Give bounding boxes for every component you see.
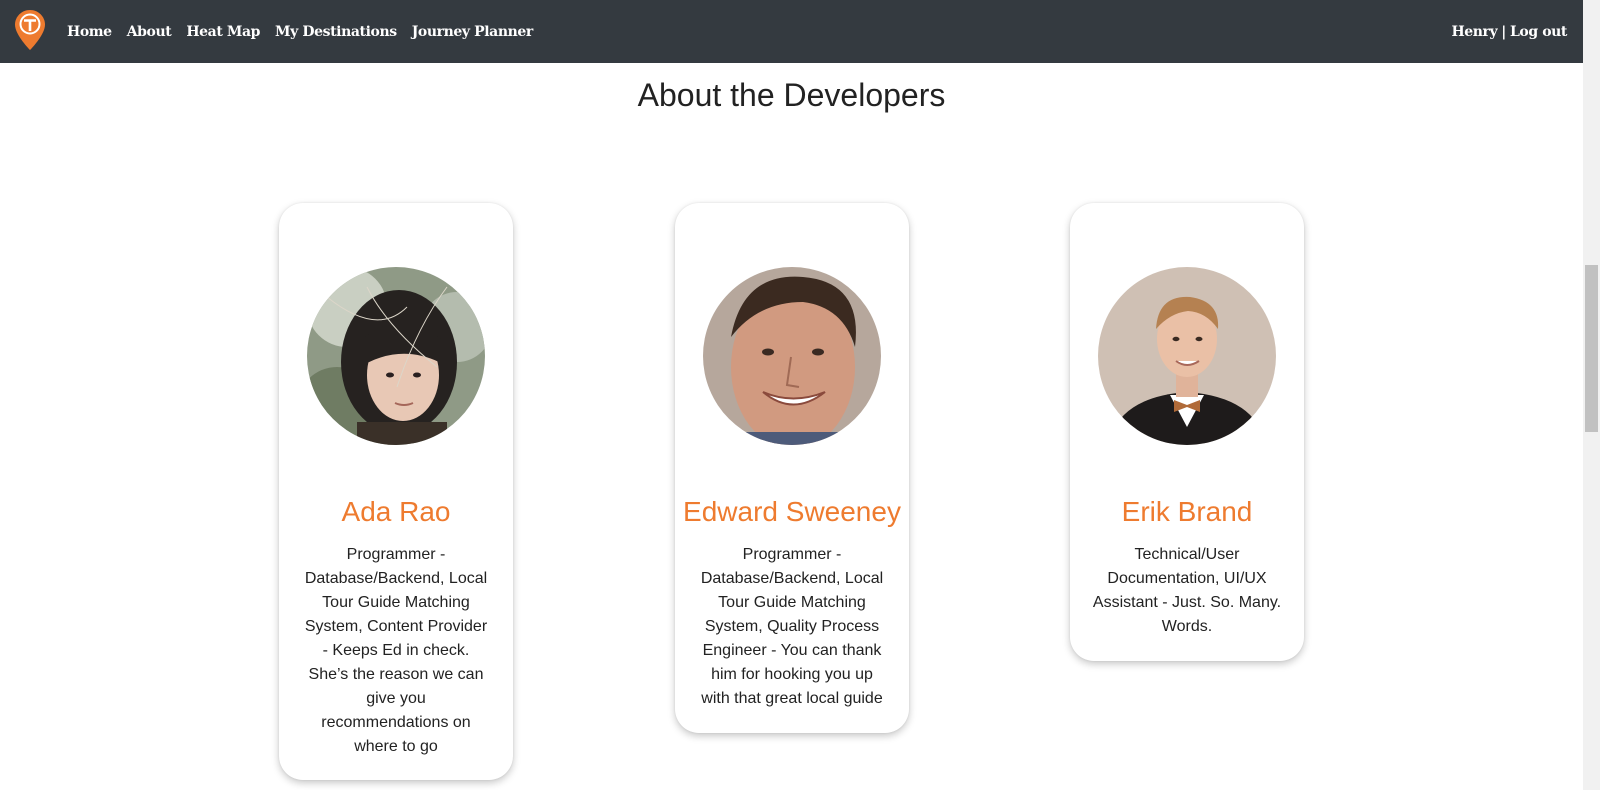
nav-links: Home About Heat Map My Destinations Jour… [67, 0, 548, 63]
logo-pin-icon[interactable] [14, 9, 46, 51]
vertical-scrollbar[interactable] [1583, 0, 1600, 790]
page-title: About the Developers [637, 77, 946, 113]
developer-card: Edward Sweeney Programmer - Database/Bac… [675, 203, 909, 733]
nav-separator: | [1501, 23, 1506, 40]
avatar [1098, 267, 1276, 445]
developer-description: Technical/User Documentation, UI/UX Assi… [1092, 546, 1282, 635]
scrollbar-thumb[interactable] [1585, 265, 1598, 432]
nav-link-home[interactable]: Home [67, 24, 112, 40]
nav-link-journey-planner[interactable]: Journey Planner [412, 24, 534, 40]
nav-link-about[interactable]: About [127, 24, 172, 40]
avatar [703, 267, 881, 445]
developer-name: Edward Sweeney [683, 496, 901, 527]
logout-link[interactable]: Log out [1510, 24, 1567, 40]
nav-link-my-destinations[interactable]: My Destinations [275, 24, 397, 40]
developer-name: Erik Brand [1121, 496, 1253, 527]
developer-card: Erik Brand Technical/User Documentation,… [1070, 203, 1304, 661]
developer-card: Ada Rao Programmer - Database/Backend, L… [279, 203, 513, 780]
avatar [307, 267, 485, 445]
developer-name: Ada Rao [341, 496, 451, 527]
nav-link-heat-map[interactable]: Heat Map [186, 24, 260, 40]
developer-description: Programmer - Database/Backend, Local Tou… [700, 546, 884, 707]
developer-description: Programmer - Database/Backend, Local Tou… [304, 546, 488, 755]
navbar: Home About Heat Map My Destinations Jour… [0, 0, 1583, 63]
username[interactable]: Henry [1451, 24, 1497, 40]
user-area: Henry | Log out [1451, 0, 1567, 63]
